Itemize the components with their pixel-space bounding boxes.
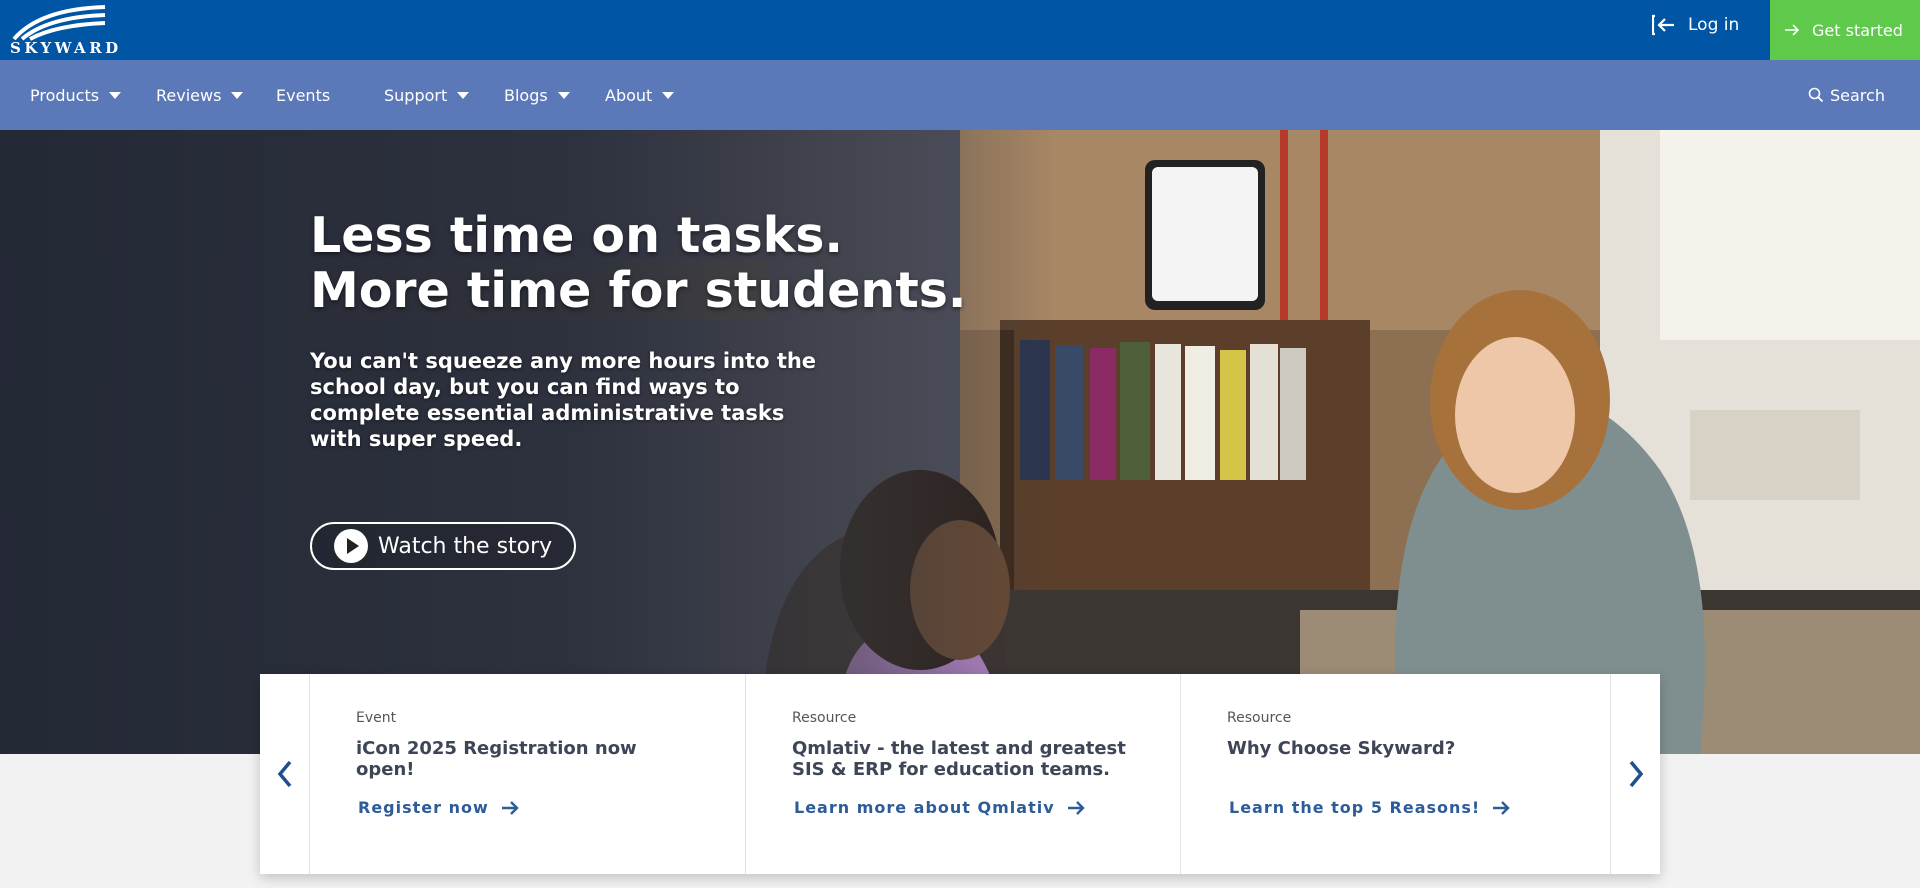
caret-down-icon <box>457 91 470 99</box>
carousel-card: Event iCon 2025 Registration now open! R… <box>310 674 745 874</box>
main-nav: Products Reviews Events Support Blogs Ab… <box>0 60 1920 130</box>
card-title: Why Choose Skyward? <box>1227 738 1456 759</box>
carousel-next-button[interactable] <box>1610 674 1660 874</box>
chevron-right-icon <box>1629 760 1643 788</box>
nav-label: Products <box>30 85 100 105</box>
featured-carousel: Event iCon 2025 Registration now open! R… <box>260 674 1660 874</box>
logo-swoosh-icon <box>12 5 106 41</box>
carousel-card: Resource Qmlativ - the latest and greate… <box>745 674 1180 874</box>
caret-down-icon <box>231 91 244 99</box>
hero-title-line2: More time for students. <box>310 262 967 319</box>
nav-label: Reviews <box>156 85 222 105</box>
arrow-right-icon <box>1785 24 1800 36</box>
nav-events[interactable]: Events <box>276 60 330 130</box>
search-label: Search <box>1830 85 1885 105</box>
login-link[interactable]: Log in <box>1652 0 1739 50</box>
card-type: Event <box>356 710 397 726</box>
login-label: Log in <box>1688 15 1740 35</box>
hero-title-line1: Less time on tasks. <box>310 207 844 264</box>
watch-story-button[interactable]: Watch the story <box>310 522 577 570</box>
chevron-left-icon <box>277 760 291 788</box>
carousel-card: Resource Why Choose Skyward? Learn the t… <box>1180 674 1610 874</box>
hero-banner: Less time on tasks. More time for studen… <box>0 130 1920 754</box>
arrow-right-icon <box>501 800 519 815</box>
card-link-label: Register now <box>358 798 489 817</box>
caret-down-icon <box>557 91 570 99</box>
carousel-prev-button[interactable] <box>260 674 310 874</box>
search-icon <box>1808 87 1824 103</box>
nav-label: Blogs <box>504 85 548 105</box>
login-icon <box>1652 14 1674 36</box>
nav-reviews[interactable]: Reviews <box>156 60 244 130</box>
card-title: Qmlativ - the latest and greatest SIS & … <box>792 738 1126 780</box>
hero-title: Less time on tasks. More time for studen… <box>310 208 1010 318</box>
nav-label: About <box>605 85 653 105</box>
nav-products[interactable]: Products <box>30 60 122 130</box>
register-now-link[interactable]: Register now <box>356 798 699 817</box>
search-button[interactable]: Search <box>1808 60 1885 130</box>
arrow-right-icon <box>1067 800 1085 815</box>
nav-support[interactable]: Support <box>384 60 470 130</box>
card-type: Resource <box>1227 710 1292 726</box>
card-type: Resource <box>792 710 857 726</box>
nav-about[interactable]: About <box>605 60 675 130</box>
nav-blogs[interactable]: Blogs <box>504 60 570 130</box>
learn-more-qmlativ-link[interactable]: Learn more about Qmlativ <box>792 798 1134 817</box>
caret-down-icon <box>109 91 122 99</box>
caret-down-icon <box>662 91 675 99</box>
arrow-right-icon <box>1493 800 1510 815</box>
watch-story-label: Watch the story <box>378 533 553 559</box>
card-link-label: Learn the top 5 Reasons! <box>1229 798 1481 817</box>
top-5-reasons-link[interactable]: Learn the top 5 Reasons! <box>1227 798 1564 817</box>
get-started-button[interactable]: Get started <box>1770 0 1920 60</box>
play-icon <box>334 529 368 563</box>
get-started-label: Get started <box>1812 20 1903 40</box>
hero-subtitle: You can't squeeze any more hours into th… <box>310 349 817 451</box>
nav-label: Events <box>276 85 331 105</box>
top-bar: SKYWARD Log in Get started <box>0 0 1920 60</box>
card-title: iCon 2025 Registration now open! <box>356 738 637 780</box>
skyward-logo[interactable]: SKYWARD <box>10 5 118 57</box>
card-link-label: Learn more about Qmlativ <box>794 798 1055 817</box>
logo-wordmark: SKYWARD <box>10 39 122 57</box>
nav-label: Support <box>384 85 448 105</box>
